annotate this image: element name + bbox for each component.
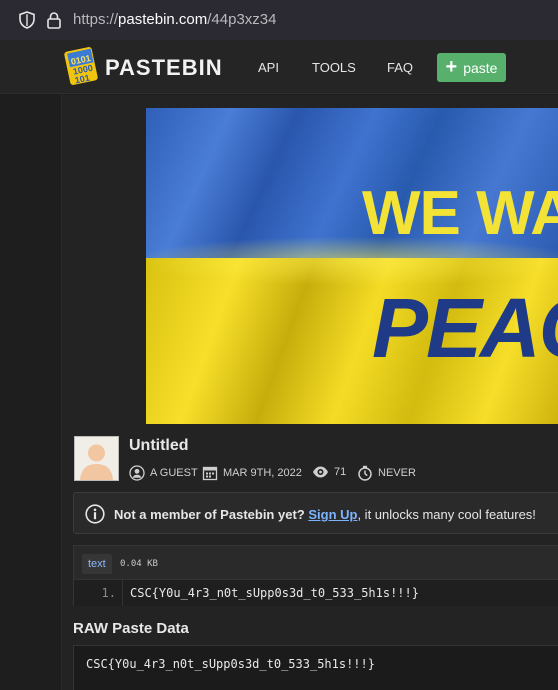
plus-icon: + (445, 55, 458, 78)
notice-message: Not a member of Pastebin yet? Sign Up, i… (114, 507, 536, 522)
nav-tools[interactable]: TOOLS (312, 60, 356, 75)
url-scheme: https:// (73, 11, 119, 28)
expiration-text: NEVER (378, 467, 416, 479)
lock-icon[interactable] (46, 11, 62, 29)
timer-icon (358, 465, 372, 481)
notice-lead: Not a member of Pastebin yet? (114, 507, 305, 522)
raw-paste-textarea[interactable]: CSC{Y0u_4r3_n0t_sUpp0s3d_t0_533_5h1s!!!} (73, 645, 558, 690)
code-text[interactable]: CSC{Y0u_4r3_n0t_sUpp0s3d_t0_533_5h1s!!!} (130, 580, 419, 606)
raw-paste-text: CSC{Y0u_4r3_n0t_sUpp0s3d_t0_533_5h1s!!!} (86, 657, 375, 671)
pastebin-logo-icon[interactable]: 0101 1000 101 (63, 47, 99, 85)
code-box: text 0.04 KB 1. CSC{Y0u_4r3_n0t_sUpp0s3d… (73, 545, 558, 606)
shield-icon[interactable] (18, 11, 36, 29)
syntax-language-badge[interactable]: text (82, 554, 112, 574)
paste-expiration: NEVER (357, 465, 416, 481)
calendar-icon (202, 466, 218, 481)
guest-avatar-icon (75, 437, 118, 480)
svg-text:101: 101 (74, 73, 91, 85)
url-text[interactable]: https://pastebin.com/44p3xz34 (73, 11, 276, 28)
ukraine-banner[interactable]: WE WA PEAC (146, 108, 558, 424)
url-path: /44p3xz34 (207, 11, 277, 28)
left-sidebar (0, 95, 62, 690)
paste-date: MAR 9TH, 2022 (202, 465, 302, 481)
paste-views: 71 (312, 465, 346, 479)
notice-tail: , it unlocks many cool features! (357, 507, 536, 522)
code-line: 1. CSC{Y0u_4r3_n0t_sUpp0s3d_t0_533_5h1s!… (74, 579, 558, 606)
paste-title: Untitled (129, 437, 189, 454)
paste-author[interactable]: A GUEST (129, 465, 198, 481)
new-paste-button[interactable]: + paste (437, 53, 506, 82)
browser-url-bar[interactable]: https://pastebin.com/44p3xz34 (0, 0, 558, 40)
nav-api[interactable]: API (258, 60, 279, 75)
banner-text-line1: WE WA (362, 179, 558, 248)
date-text: MAR 9TH, 2022 (223, 467, 302, 479)
info-icon (85, 504, 105, 524)
logo-wordmark[interactable]: PASTEBIN (105, 55, 223, 81)
raw-paste-heading: RAW Paste Data (73, 620, 189, 637)
paste-size: 0.04 KB (120, 559, 158, 569)
line-number: 1. (74, 580, 123, 606)
views-count: 71 (334, 466, 347, 478)
banner-text-line2: PEAC (372, 281, 558, 375)
url-host: pastebin.com (118, 11, 208, 28)
new-paste-label: paste (463, 59, 498, 76)
user-icon (129, 465, 145, 481)
signup-link[interactable]: Sign Up (308, 507, 357, 522)
nav-faq[interactable]: FAQ (387, 60, 413, 75)
avatar[interactable] (74, 436, 119, 481)
eye-icon (313, 466, 328, 478)
author-name: A GUEST (150, 467, 198, 479)
signup-notice: Not a member of Pastebin yet? Sign Up, i… (73, 492, 558, 534)
